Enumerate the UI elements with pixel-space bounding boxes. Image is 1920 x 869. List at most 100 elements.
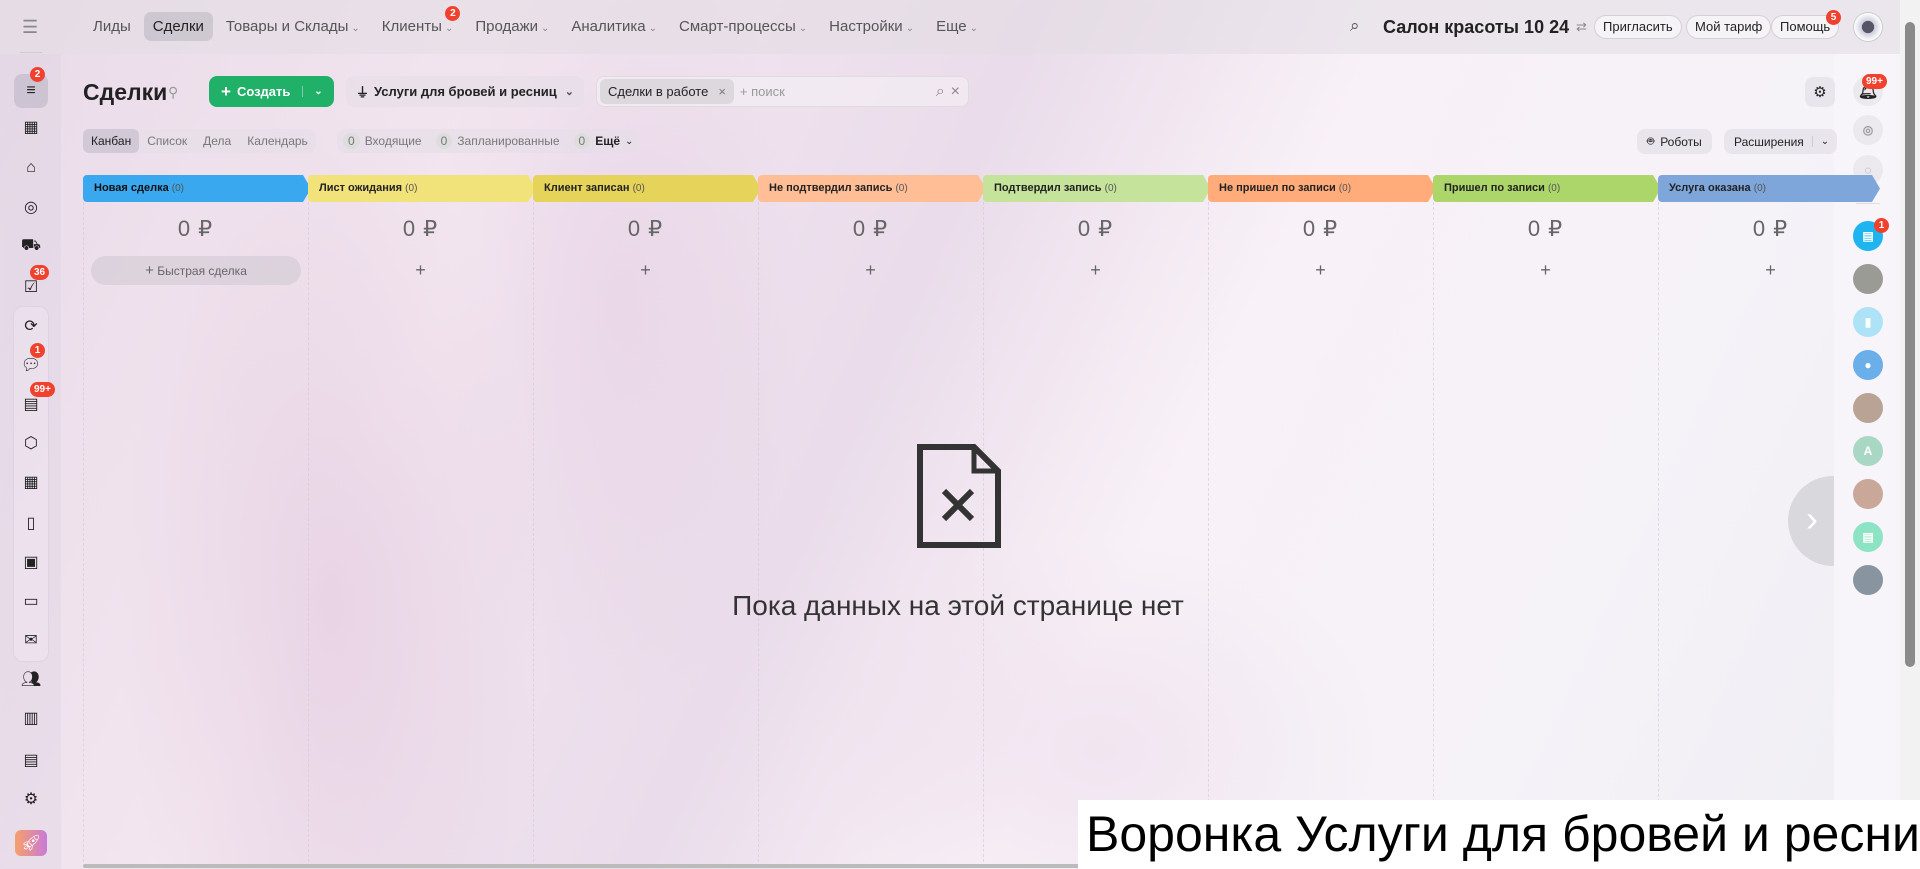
chevron-right-icon[interactable]: › [1806,498,1818,540]
stage-count: (0) [1338,183,1352,194]
copilot-icon[interactable]: ◎ [1853,115,1883,145]
quick-deal-button[interactable]: + Быстрая сделка [91,256,301,285]
contact-avatar-letter[interactable]: A [1853,436,1883,466]
nav-item[interactable]: Аналитика ⌄ [562,12,666,41]
extensions-button[interactable]: Расширения ⌄ [1724,129,1838,154]
team-icon[interactable]: 👥︎ [20,668,42,690]
extensions-label: Расширения [1734,134,1804,149]
news-icon[interactable]: ▤ [1853,522,1883,552]
create-button[interactable]: + Создать ⌄ [209,76,334,107]
menu-icon[interactable]: ☰ [22,17,38,38]
nav-item[interactable]: Лиды [84,12,140,41]
stage-sum: 0 ₽ [177,216,214,241]
stage-header[interactable]: Услуга оказана (0) [1658,175,1880,202]
target-icon[interactable]: ◎ [20,196,42,218]
nav-item-label: Смарт-процессы [679,18,796,35]
sidebar-divider [20,52,42,53]
view-tab[interactable]: Канбан [83,129,140,153]
scrollbar[interactable] [1900,0,1920,869]
analytics-icon[interactable]: ▥ [20,707,42,729]
flow-icon[interactable]: ⟳ [20,315,42,337]
add-deal-button[interactable]: + [308,260,533,281]
settings-gear-button[interactable]: ⚙ [1805,77,1835,107]
rocket-icon[interactable]: 🚀︎ [15,830,47,856]
search-icon[interactable]: ⌕ [1350,16,1360,36]
counter-item[interactable]: 0 Входящие [343,133,422,149]
stage-header[interactable]: Новая сделка (0) [83,175,311,202]
user-avatar[interactable] [1853,12,1883,42]
stage-header[interactable]: Не пришел по записи (0) [1208,175,1436,202]
nav-item[interactable]: Смарт-процессы ⌄ [670,12,816,41]
nav-item[interactable]: Клиенты ⌄ 2 [373,6,463,41]
contact-card-icon[interactable]: ▤ [20,749,42,771]
add-deal-button[interactable]: + [758,260,983,281]
cart-icon[interactable]: ⛟ [20,235,42,257]
funnel-selector[interactable]: ⏚ Услуги для бровей и ресниц ⌄ [346,76,584,107]
chevron-down-icon[interactable]: ⌄ [302,86,334,97]
stage-header[interactable]: Пришел по записи (0) [1433,175,1661,202]
stage-title: Пришел по записи [1444,182,1545,194]
chip-close-icon[interactable]: × [718,84,726,99]
contact-avatar[interactable] [1853,393,1883,423]
nav-item[interactable]: Сделки [143,12,213,41]
dog-avatar-icon[interactable]: ● [1853,350,1883,380]
invite-button[interactable]: Пригласить [1594,15,1682,39]
bookmark-icon[interactable]: ▮ [1853,307,1883,337]
search-icon[interactable]: ⌕ [936,83,945,101]
view-tab[interactable]: Список [139,129,195,153]
stage-count: (0) [1753,183,1766,194]
nav-item[interactable]: Товары и Склады ⌄ [217,12,369,41]
clear-icon[interactable]: × [951,83,960,101]
add-deal-button[interactable]: + [983,260,1208,281]
hexagon-icon[interactable]: ⬡ [20,432,42,454]
calendar-tasks-icon[interactable]: ▦ [20,116,42,138]
presentation-icon[interactable]: ▣ [20,551,42,573]
robots-button[interactable]: 🤖︎ Роботы [1637,129,1712,154]
contact-avatar[interactable] [1853,565,1883,595]
nav-item[interactable]: Настройки ⌄ [820,12,923,41]
nav-item-label: Продажи [475,18,538,35]
company-name[interactable]: Салон красоты 10 24 [1383,17,1569,38]
chevron-down-icon[interactable]: ⌄ [1811,136,1837,147]
search-input[interactable]: + поиск [740,84,785,99]
stage-header[interactable]: Подтвердил запись (0) [983,175,1211,202]
counter-label: Запланированные [457,134,560,148]
calendar-icon[interactable]: ▦ [20,471,42,493]
settings-icon[interactable]: ⚙ [20,788,42,810]
stage-header[interactable]: Не подтвердил запись (0) [758,175,986,202]
chevron-down-icon: ⌄ [625,135,634,147]
counter-value: 0 [343,133,360,149]
stage-header[interactable]: Клиент записан (0) [533,175,761,202]
funnel-icon: ⏚ [356,85,370,100]
column-divider [1658,202,1659,862]
funnel-label: Услуги для бровей и ресниц [374,84,557,99]
stage-title: Лист ожидания [319,182,403,194]
store-icon[interactable]: ⌂ [20,157,42,179]
stage-sum: 0 ₽ [627,216,664,241]
add-deal-button[interactable]: + [1658,260,1883,281]
filter-chip[interactable]: Сделки в работе × [600,79,734,104]
empty-state-text: Пока данных на этой странице нет [732,590,1184,621]
document-icon[interactable]: ▯ [20,512,42,534]
stage-header[interactable]: Лист ожидания (0) [308,175,536,202]
search-filter-box[interactable]: Сделки в работе × + поиск ⌕ × [596,76,969,107]
tariff-button[interactable]: Мой тариф [1686,15,1772,39]
add-deal-button[interactable]: + [533,260,758,281]
horizontal-scrollbar[interactable] [83,864,1083,868]
pin-icon[interactable]: ⚲ [168,84,178,101]
mail-icon[interactable]: ✉ [20,629,42,651]
storage-icon[interactable]: ▭ [20,590,42,612]
chevron-down-icon: ⌄ [969,23,979,34]
nav-item[interactable]: Еще ⌄ [927,12,987,41]
nav-item-label: Аналитика [571,18,646,35]
settings-toggle-icon[interactable]: ⇄ [1576,19,1587,35]
contact-avatar[interactable] [1853,479,1883,509]
nav-item[interactable]: Продажи ⌄ [466,12,558,41]
counter-item[interactable]: 0 Ещё ⌄ [573,133,634,149]
add-deal-button[interactable]: + [1208,260,1433,281]
view-tab[interactable]: Дела [195,129,239,153]
counter-item[interactable]: 0 Запланированные [435,133,560,149]
add-deal-button[interactable]: + [1433,260,1658,281]
view-tab[interactable]: Календарь [239,129,316,153]
column-divider [308,202,309,862]
